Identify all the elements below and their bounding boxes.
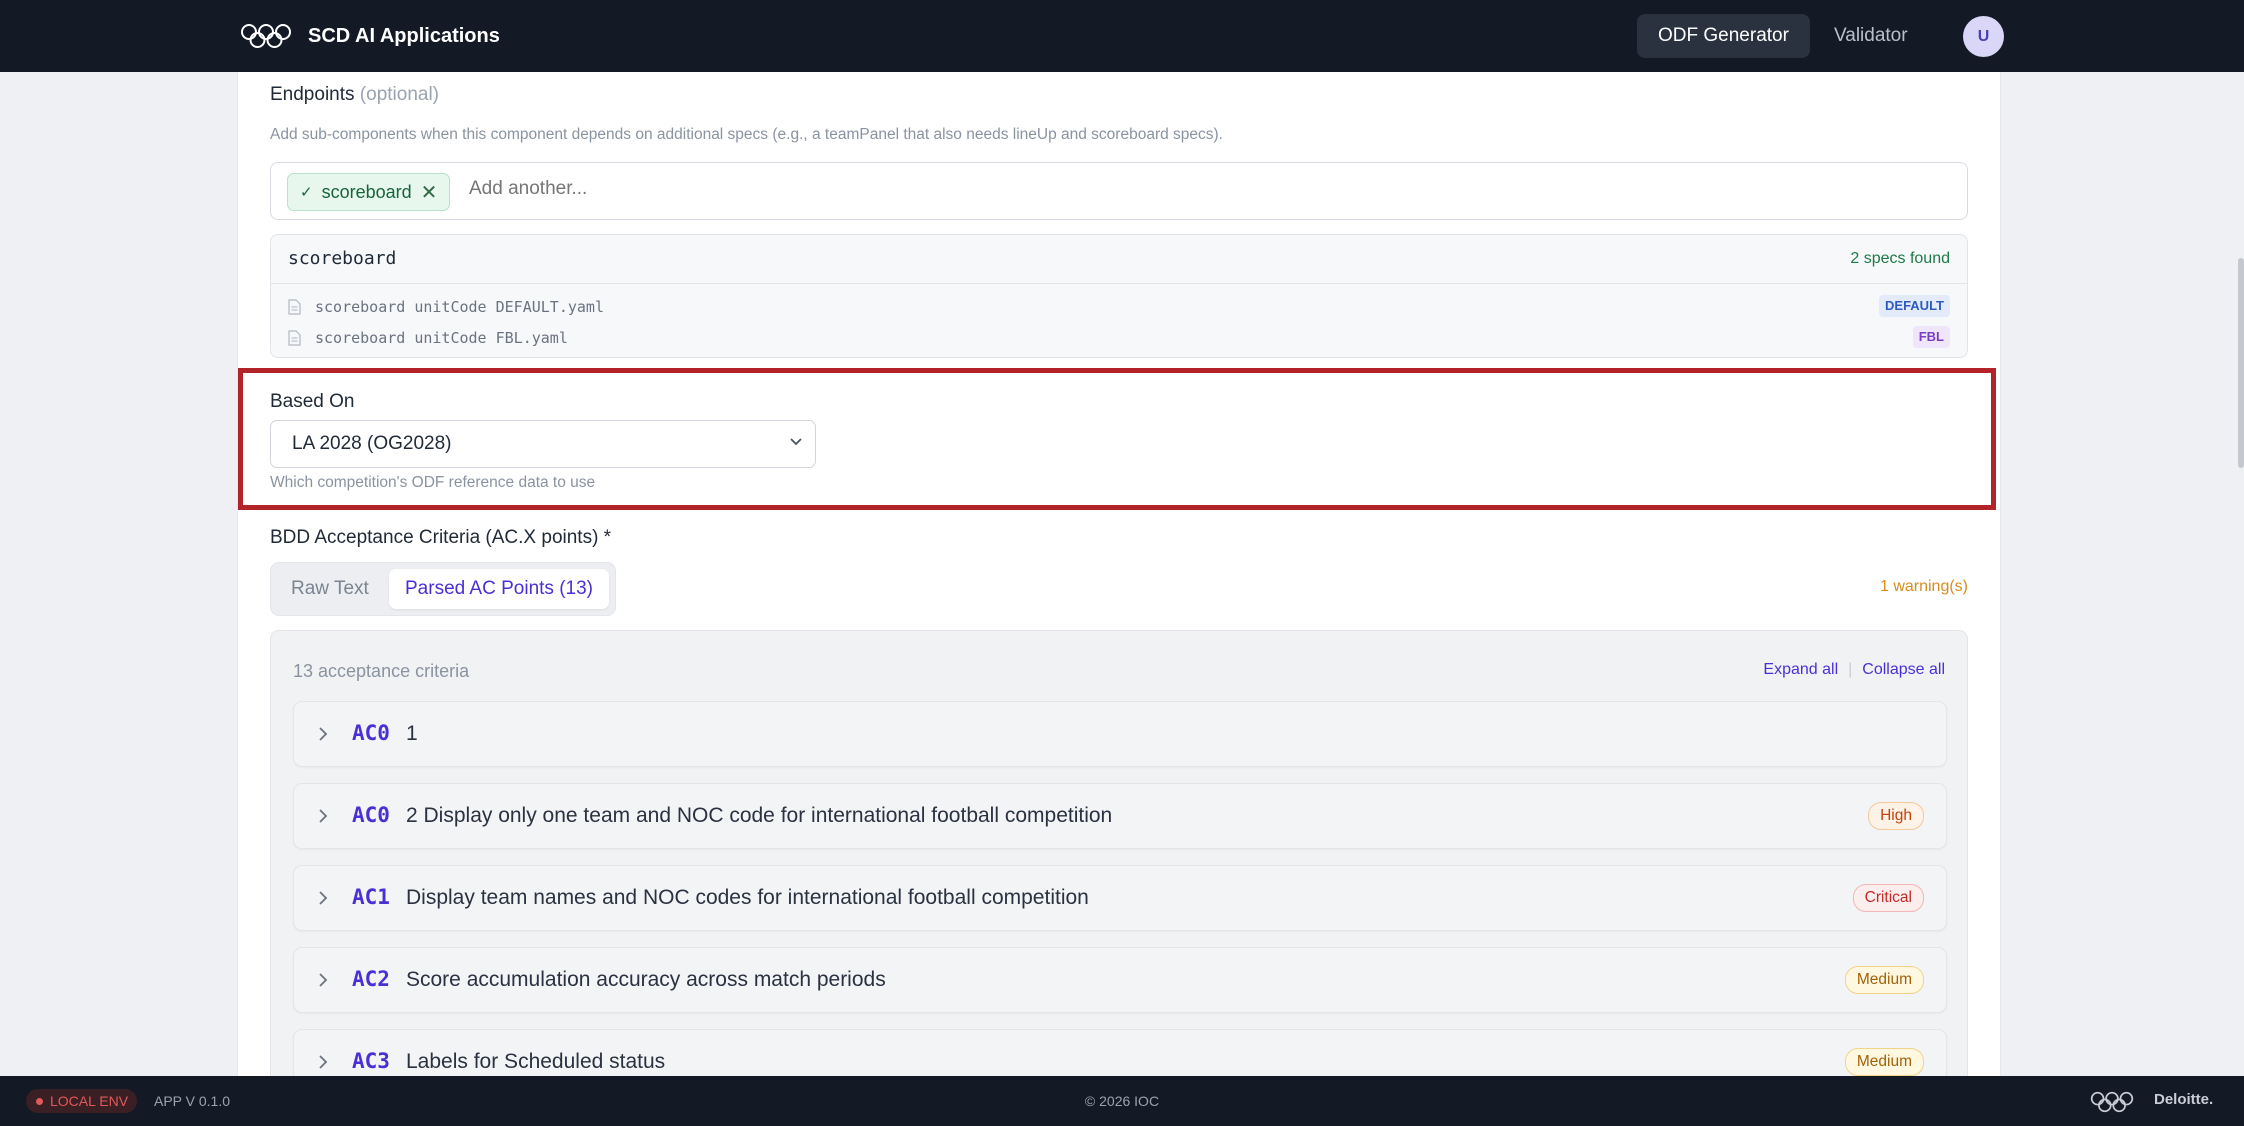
nav-odf-generator[interactable]: ODF Generator	[1637, 14, 1810, 58]
expand-all-button[interactable]: Expand all	[1763, 661, 1838, 678]
ac-actions: Expand all | Collapse all	[1763, 661, 1945, 679]
spec-file-row: scoreboard unitCode FBL.yaml FBL	[288, 326, 1950, 350]
ac-code: AC3	[352, 1049, 390, 1073]
ac-item[interactable]: AC0 2 Display only one team and NOC code…	[293, 783, 1947, 849]
olympic-rings-icon	[241, 24, 291, 48]
ac-title: 2 Display only one team and NOC code for…	[406, 804, 1113, 827]
spec-list: scoreboard 2 specs found scoreboard unit…	[270, 234, 1968, 358]
ac-code: AC0	[352, 721, 390, 745]
endpoints-hint: Add sub-components when this component d…	[270, 126, 1223, 143]
add-endpoint-input[interactable]	[469, 178, 1869, 200]
spec-tag-default: DEFAULT	[1879, 295, 1950, 317]
copyright: © 2026 IOC	[1084, 1093, 1160, 1109]
priority-badge: Medium	[1844, 966, 1924, 994]
collapse-all-button[interactable]: Collapse all	[1862, 661, 1945, 678]
actions-separator: |	[1848, 661, 1853, 678]
ac-code: AC1	[352, 885, 390, 909]
tab-raw-text[interactable]: Raw Text	[291, 569, 369, 609]
spec-name: scoreboard	[288, 248, 397, 269]
form-panel: Endpoints (optional) Add sub-components …	[237, 72, 2001, 1076]
endpoints-label: Endpoints (optional)	[270, 84, 439, 106]
warning-count: 1 warning(s)	[1879, 578, 1968, 595]
ac-count: 13 acceptance criteria	[293, 661, 470, 681]
ac-title: 1	[406, 722, 418, 745]
chip-label: scoreboard	[321, 181, 412, 202]
brand[interactable]: SCD AI Applications	[240, 18, 500, 54]
ac-item[interactable]: AC3 Labels for Scheduled status Medium	[293, 1029, 1947, 1076]
based-on-label: Based On	[270, 391, 355, 412]
olympic-rings-icon	[2090, 1091, 2134, 1113]
spec-tag-fbl: FBL	[1912, 326, 1950, 348]
spec-file-row: scoreboard unitCode DEFAULT.yaml DEFAULT	[288, 295, 1950, 319]
spec-count: 2 specs found	[1850, 250, 1950, 267]
ac-code: AC2	[352, 967, 390, 991]
chevron-right-icon[interactable]	[318, 890, 328, 906]
app-title: SCD AI Applications	[308, 24, 500, 47]
based-on-select[interactable]: LA 2028 (OG2028)	[270, 420, 816, 468]
spec-file-name: scoreboard unitCode FBL.yaml	[315, 329, 568, 347]
top-nav-bar: SCD AI Applications ODF Generator Valida…	[0, 0, 2244, 72]
ac-item[interactable]: AC1 Display team names and NOC codes for…	[293, 865, 1947, 931]
ac-title: Display team names and NOC codes for int…	[406, 886, 1089, 909]
user-avatar[interactable]: U	[1963, 16, 2004, 57]
file-icon	[288, 299, 301, 315]
bdd-label: BDD Acceptance Criteria (AC.X points) *	[270, 527, 612, 548]
based-on-selected: LA 2028 (OG2028)	[292, 433, 452, 454]
based-on-hint: Which competition's ODF reference data t…	[270, 474, 596, 491]
priority-badge: Critical	[1852, 884, 1924, 912]
spec-header: scoreboard 2 specs found	[271, 235, 1967, 284]
footer: LOCAL ENV APP V 0.1.0 © 2026 IOC Deloitt…	[0, 1076, 2244, 1126]
chevron-right-icon[interactable]	[318, 972, 328, 988]
chevron-right-icon[interactable]	[318, 726, 328, 742]
chevron-down-icon	[790, 438, 802, 446]
tab-parsed-ac-points[interactable]: Parsed AC Points (13)	[389, 569, 609, 609]
endpoint-chip: ✓ scoreboard ✕	[287, 173, 451, 211]
ac-item[interactable]: AC2 Score accumulation accuracy across m…	[293, 947, 1947, 1013]
nav-validator[interactable]: Validator	[1813, 14, 1929, 58]
ac-list: 13 acceptance criteria Expand all | Collap…	[270, 630, 1968, 1076]
priority-badge: Medium	[1844, 1048, 1924, 1076]
bdd-tabs: Raw Text Parsed AC Points (13)	[270, 562, 616, 616]
chevron-right-icon[interactable]	[318, 808, 328, 824]
spec-file-name: scoreboard unitCode DEFAULT.yaml	[315, 298, 604, 316]
deloitte-logo: Deloitte.	[2154, 1091, 2214, 1108]
ac-item[interactable]: AC0 1	[293, 701, 1947, 767]
endpoints-title: Endpoints	[270, 84, 355, 105]
ac-title: Score accumulation accuracy across match…	[406, 968, 886, 991]
ac-title: Labels for Scheduled status	[406, 1050, 666, 1073]
check-icon: ✓	[300, 184, 313, 201]
remove-chip-icon[interactable]: ✕	[421, 180, 438, 205]
chevron-right-icon[interactable]	[318, 1054, 328, 1070]
scrollbar[interactable]	[2238, 258, 2244, 468]
priority-badge: High	[1868, 802, 1924, 830]
endpoints-optional: (optional)	[359, 84, 440, 105]
endpoints-chip-input[interactable]: ✓ scoreboard ✕	[270, 162, 1968, 220]
ac-code: AC0	[352, 803, 390, 827]
file-icon	[288, 330, 301, 346]
